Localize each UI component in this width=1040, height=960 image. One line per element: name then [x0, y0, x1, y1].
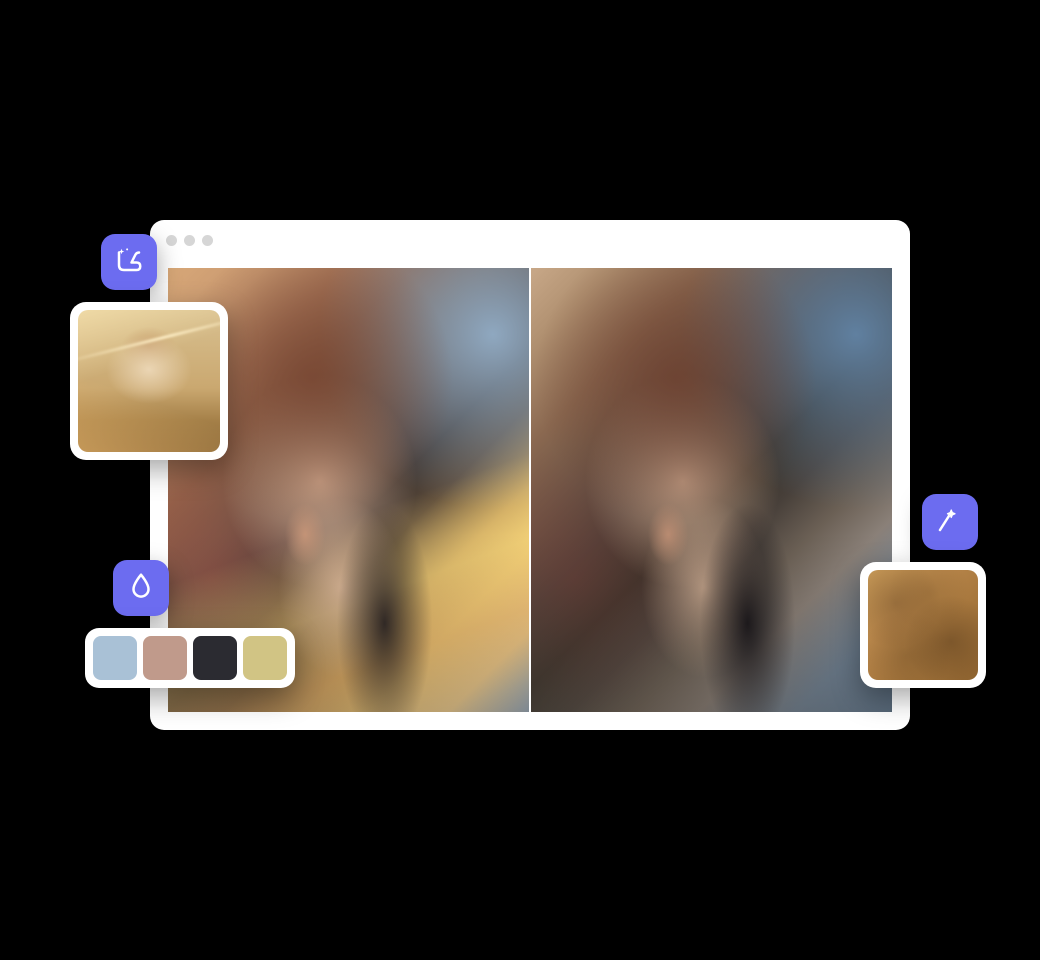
preset-thumbnail-image	[78, 310, 220, 452]
texture-thumbnail-image	[868, 570, 978, 680]
magic-wand-button[interactable]	[922, 494, 978, 550]
drop-icon	[126, 571, 156, 606]
palette-swatch-2[interactable]	[143, 636, 187, 680]
palette-swatch-3[interactable]	[193, 636, 237, 680]
color-drop-button[interactable]	[113, 560, 169, 616]
image-filter-button[interactable]	[101, 234, 157, 290]
magic-wand-icon	[935, 505, 965, 540]
window-minimize-dot[interactable]	[184, 235, 195, 246]
image-filter-icon	[114, 245, 144, 280]
texture-thumbnail[interactable]	[860, 562, 986, 688]
color-palette	[85, 628, 295, 688]
window-close-dot[interactable]	[166, 235, 177, 246]
preset-thumbnail[interactable]	[70, 302, 228, 460]
window-titlebar	[150, 220, 910, 260]
palette-swatch-1[interactable]	[93, 636, 137, 680]
window-zoom-dot[interactable]	[202, 235, 213, 246]
after-image[interactable]	[531, 268, 892, 712]
palette-swatch-4[interactable]	[243, 636, 287, 680]
